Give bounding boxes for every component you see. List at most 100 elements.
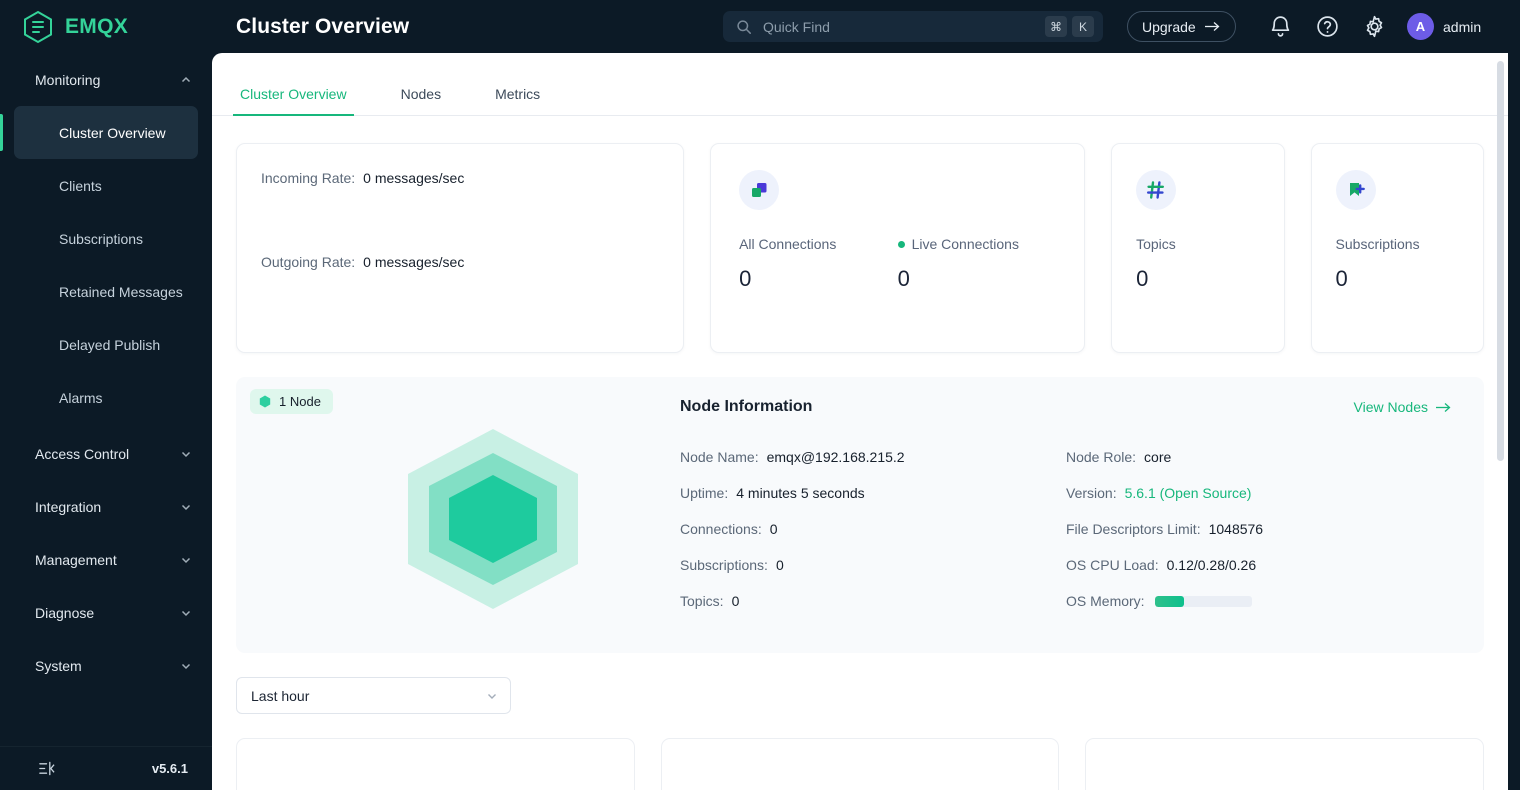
sidebar-item-subscriptions[interactable]: Subscriptions — [14, 212, 198, 265]
tab-metrics[interactable]: Metrics — [491, 86, 544, 115]
sidebar-item-clients[interactable]: Clients — [14, 159, 198, 212]
search-input[interactable] — [763, 19, 1040, 35]
node-panel: 1 Node Node Information View Nodes — [236, 377, 1484, 653]
node-visual: 1 Node — [236, 377, 680, 653]
outgoing-rate-row: Outgoing Rate: 0 messages/sec — [261, 254, 659, 270]
os-memory-progress-track — [1155, 596, 1252, 607]
topics-label: Topics — [1136, 236, 1259, 252]
tab-label: Cluster Overview — [240, 86, 347, 102]
sidebar-group-label: System — [35, 658, 82, 674]
sidebar-group-label: Integration — [35, 499, 101, 515]
tab-nodes[interactable]: Nodes — [397, 86, 445, 115]
chart-card — [1085, 738, 1484, 790]
view-nodes-link[interactable]: View Nodes — [1354, 399, 1452, 415]
subscriptions-row: Subscriptions: 0 — [680, 554, 1066, 576]
file-descriptors-row: File Descriptors Limit: 1048576 — [1066, 518, 1452, 540]
kbd-modifier: ⌘ — [1045, 16, 1067, 37]
live-connections-value: 0 — [898, 266, 1057, 292]
avatar[interactable]: A — [1407, 13, 1434, 40]
username-label[interactable]: admin — [1443, 19, 1481, 35]
kbd-key: K — [1072, 16, 1094, 37]
sidebar-item-cluster-overview[interactable]: Cluster Overview — [14, 106, 198, 159]
topics-card: Topics 0 — [1111, 143, 1284, 353]
top-bar: EMQX Cluster Overview ⌘ K Upgrade — [0, 0, 1520, 53]
cluster-hexagon-graphic-icon — [393, 427, 593, 611]
topics-value: 0 — [1136, 266, 1259, 292]
node-info-header: Node Information View Nodes — [680, 398, 1452, 416]
connections-row: Connections: 0 — [680, 518, 1066, 540]
chevron-down-icon — [180, 501, 192, 513]
sidebar-group-label: Monitoring — [35, 72, 100, 88]
time-range-row: Last hour — [212, 653, 1508, 714]
node-role-row: Node Role: core — [1066, 446, 1452, 468]
chart-card — [661, 738, 1060, 790]
live-connections-col: Live Connections 0 — [898, 236, 1057, 292]
chart-card — [236, 738, 635, 790]
sidebar-item-retained-messages[interactable]: Retained Messages — [14, 265, 198, 318]
live-connections-label-row: Live Connections — [898, 236, 1057, 252]
uptime-row: Uptime: 4 minutes 5 seconds — [680, 482, 1066, 504]
sidebar-group-monitoring[interactable]: Monitoring — [0, 53, 212, 106]
sidebar-group-integration[interactable]: Integration — [0, 480, 212, 533]
tab-cluster-overview[interactable]: Cluster Overview — [236, 86, 351, 115]
topics-value: 0 — [732, 593, 740, 609]
notifications-bell-button[interactable] — [1268, 14, 1293, 39]
node-info-title: Node Information — [680, 398, 812, 416]
chevron-down-icon — [486, 690, 498, 702]
page-title: Cluster Overview — [236, 15, 409, 39]
subscriptions-value: 0 — [1336, 266, 1459, 292]
message-rate-card: Incoming Rate: 0 messages/sec Outgoing R… — [236, 143, 684, 353]
upgrade-button[interactable]: Upgrade — [1127, 11, 1236, 42]
sidebar-item-label: Clients — [59, 178, 102, 194]
sidebar-item-alarms[interactable]: Alarms — [14, 371, 198, 424]
chevron-down-icon — [180, 448, 192, 460]
subscriptions-label: Subscriptions — [1336, 236, 1459, 252]
sidebar-group-system[interactable]: System — [0, 639, 212, 692]
brand-logo-area[interactable]: EMQX — [0, 0, 212, 53]
os-cpu-load-value: 0.12/0.28/0.26 — [1167, 557, 1257, 573]
node-name-row: Node Name: emqx@192.168.215.2 — [680, 446, 1066, 468]
time-range-select[interactable]: Last hour — [236, 677, 511, 714]
sidebar-item-delayed-publish[interactable]: Delayed Publish — [14, 318, 198, 371]
sidebar-item-label: Delayed Publish — [59, 337, 160, 353]
version-key: Version: — [1066, 485, 1117, 501]
main-content: Cluster Overview Nodes Metrics Incoming … — [212, 53, 1508, 790]
sidebar-group-label: Diagnose — [35, 605, 94, 621]
emqx-hexagon-logo-icon — [22, 10, 54, 44]
chevron-down-icon — [180, 660, 192, 672]
outgoing-rate-label: Outgoing Rate: — [261, 254, 355, 270]
quick-find-search[interactable]: ⌘ K — [723, 11, 1103, 42]
sidebar-group-diagnose[interactable]: Diagnose — [0, 586, 212, 639]
sidebar-group-label: Access Control — [35, 446, 129, 462]
node-count-label: 1 Node — [279, 394, 321, 409]
content-scrollbar-thumb[interactable] — [1497, 61, 1504, 461]
tab-bar: Cluster Overview Nodes Metrics — [212, 53, 1508, 116]
sidebar-group-management[interactable]: Management — [0, 533, 212, 586]
node-name-value: emqx@192.168.215.2 — [767, 449, 905, 465]
subscriptions-card: Subscriptions 0 — [1311, 143, 1484, 353]
hash-icon — [1146, 180, 1166, 200]
file-descriptors-key: File Descriptors Limit: — [1066, 521, 1201, 537]
subscriptions-value: 0 — [776, 557, 784, 573]
chevron-up-icon — [180, 74, 192, 86]
sidebar-group-access-control[interactable]: Access Control — [0, 427, 212, 480]
gear-icon — [1362, 14, 1387, 39]
node-name-key: Node Name: — [680, 449, 759, 465]
sidebar-item-label: Alarms — [59, 390, 103, 406]
topics-key: Topics: — [680, 593, 724, 609]
connections-key: Connections: — [680, 521, 762, 537]
help-button[interactable] — [1315, 14, 1340, 39]
summary-cards-row: Incoming Rate: 0 messages/sec Outgoing R… — [212, 116, 1508, 353]
sidebar-item-label: Subscriptions — [59, 231, 143, 247]
tab-label: Metrics — [495, 86, 540, 102]
bell-icon — [1268, 14, 1293, 39]
os-memory-row: OS Memory: — [1066, 590, 1452, 612]
file-descriptors-value: 1048576 — [1209, 521, 1264, 537]
node-information: Node Information View Nodes Node Name: e… — [680, 377, 1484, 653]
node-role-key: Node Role: — [1066, 449, 1136, 465]
collapse-sidebar-icon[interactable] — [38, 760, 55, 777]
settings-button[interactable] — [1362, 14, 1387, 39]
sidebar-item-label: Retained Messages — [59, 284, 183, 300]
hexagon-node-icon — [259, 395, 271, 408]
content-scrollbar[interactable] — [1497, 61, 1504, 721]
